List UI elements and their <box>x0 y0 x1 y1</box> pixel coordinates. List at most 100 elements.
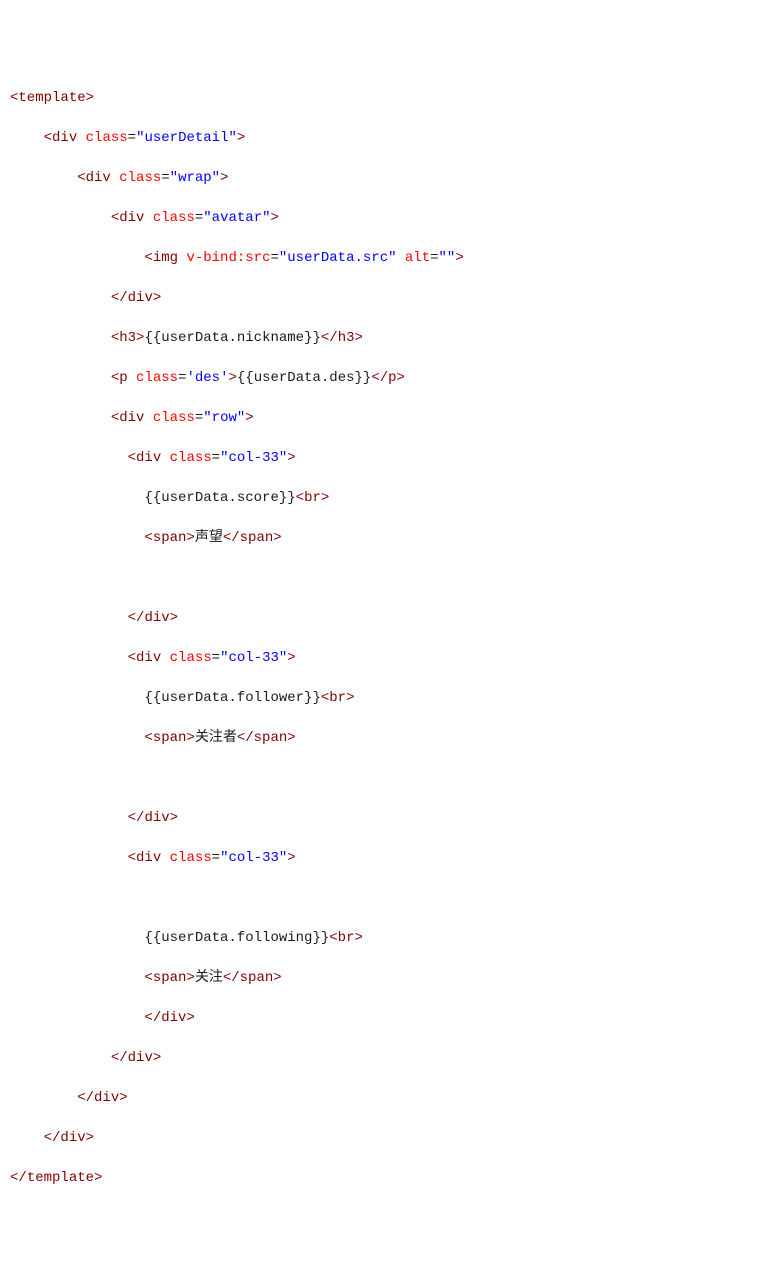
bracket: </ <box>77 1090 94 1106</box>
bracket: > <box>153 290 161 306</box>
attr-val: "avatar" <box>203 210 270 226</box>
attr-val: 'des' <box>186 370 228 386</box>
tag-span: span <box>153 970 187 986</box>
bracket: </ <box>128 810 145 826</box>
bracket: > <box>287 850 295 866</box>
bracket: > <box>237 130 245 146</box>
bracket: > <box>355 330 363 346</box>
attr-val: "col-33" <box>220 650 287 666</box>
bracket: > <box>245 410 253 426</box>
bracket: < <box>128 850 136 866</box>
tag-span: span <box>254 730 288 746</box>
bracket: </ <box>321 330 338 346</box>
code-line: <div class="wrap"> <box>10 168 764 188</box>
tag-span: span <box>240 970 274 986</box>
text-content: 关注者 <box>195 730 237 746</box>
bracket: > <box>271 210 279 226</box>
attr-name: class <box>153 410 195 426</box>
tag-template: template <box>27 1170 94 1186</box>
bracket: < <box>128 450 136 466</box>
bracket: </ <box>371 370 388 386</box>
bracket: < <box>111 370 119 386</box>
code-line: {{userData.score}}<br> <box>10 488 764 508</box>
attr-val: "wrap" <box>170 170 220 186</box>
bracket: </ <box>111 290 128 306</box>
code-line: <h3>{{userData.nickname}}</h3> <box>10 328 764 348</box>
bracket: > <box>354 930 362 946</box>
tag-br: br <box>338 930 355 946</box>
bracket: < <box>144 970 152 986</box>
bracket: </ <box>128 610 145 626</box>
bracket: < <box>111 210 119 226</box>
code-line: <div class="col-33"> <box>10 448 764 468</box>
attr-val: "col-33" <box>220 450 287 466</box>
tag-div: div <box>94 1090 119 1106</box>
tag-br: br <box>329 690 346 706</box>
equals: = <box>270 250 278 266</box>
bracket: < <box>77 170 85 186</box>
blank-line <box>10 888 764 908</box>
tag-div: div <box>144 810 169 826</box>
bracket: < <box>111 330 119 346</box>
bracket: < <box>144 730 152 746</box>
bracket: < <box>128 650 136 666</box>
bracket: > <box>346 690 354 706</box>
tag-p: p <box>119 370 127 386</box>
tag-h3: h3 <box>119 330 136 346</box>
code-block: <template> <div class="userDetail"> <div… <box>10 88 764 1188</box>
tag-div: div <box>136 850 161 866</box>
code-line: <img v-bind:src="userData.src" alt=""> <box>10 248 764 268</box>
attr-val: "row" <box>203 410 245 426</box>
code-line: <span>声望</span> <box>10 528 764 548</box>
tag-template: template <box>18 90 85 106</box>
equals: = <box>128 130 136 146</box>
bracket: > <box>287 650 295 666</box>
bracket: > <box>170 810 178 826</box>
code-line: </div> <box>10 1128 764 1148</box>
tag-br: br <box>304 490 321 506</box>
tag-div: div <box>86 170 111 186</box>
mustache: {{userData.nickname}} <box>144 330 320 346</box>
attr-name: class <box>86 130 128 146</box>
code-line: <div class="col-33"> <box>10 648 764 668</box>
code-line: {{userData.following}}<br> <box>10 928 764 948</box>
bracket: < <box>296 490 304 506</box>
bracket: > <box>186 530 194 546</box>
code-line: </div> <box>10 1088 764 1108</box>
code-line: <div class="row"> <box>10 408 764 428</box>
bracket: </ <box>111 1050 128 1066</box>
attr-val: "col-33" <box>220 850 287 866</box>
attr-val: "userDetail" <box>136 130 237 146</box>
attr-name: class <box>136 370 178 386</box>
code-line: </div> <box>10 808 764 828</box>
code-line: <div class="col-33"> <box>10 848 764 868</box>
code-line: <template> <box>10 88 764 108</box>
attr-val: "userData.src" <box>279 250 397 266</box>
attr-name: class <box>119 170 161 186</box>
attr-name: v-bind:src <box>186 250 270 266</box>
equals: = <box>161 170 169 186</box>
code-line: <p class='des'>{{userData.des}}</p> <box>10 368 764 388</box>
tag-div: div <box>119 210 144 226</box>
blank-line <box>10 768 764 788</box>
attr-name: class <box>170 650 212 666</box>
text-content: 关注 <box>195 970 223 986</box>
attr-name: class <box>170 850 212 866</box>
bracket: > <box>86 1130 94 1146</box>
equals: = <box>212 650 220 666</box>
bracket: > <box>186 730 194 746</box>
tag-div: div <box>161 1010 186 1026</box>
code-line: <span>关注</span> <box>10 968 764 988</box>
bracket: > <box>220 170 228 186</box>
code-line: <span>关注者</span> <box>10 728 764 748</box>
bracket: > <box>228 370 236 386</box>
bracket: > <box>153 1050 161 1066</box>
equals: = <box>212 850 220 866</box>
mustache: {{userData.following}} <box>144 930 329 946</box>
bracket: > <box>273 970 281 986</box>
attr-val: "" <box>439 250 456 266</box>
tag-div: div <box>136 450 161 466</box>
equals: = <box>430 250 438 266</box>
bracket: > <box>455 250 463 266</box>
attr-name: class <box>153 210 195 226</box>
